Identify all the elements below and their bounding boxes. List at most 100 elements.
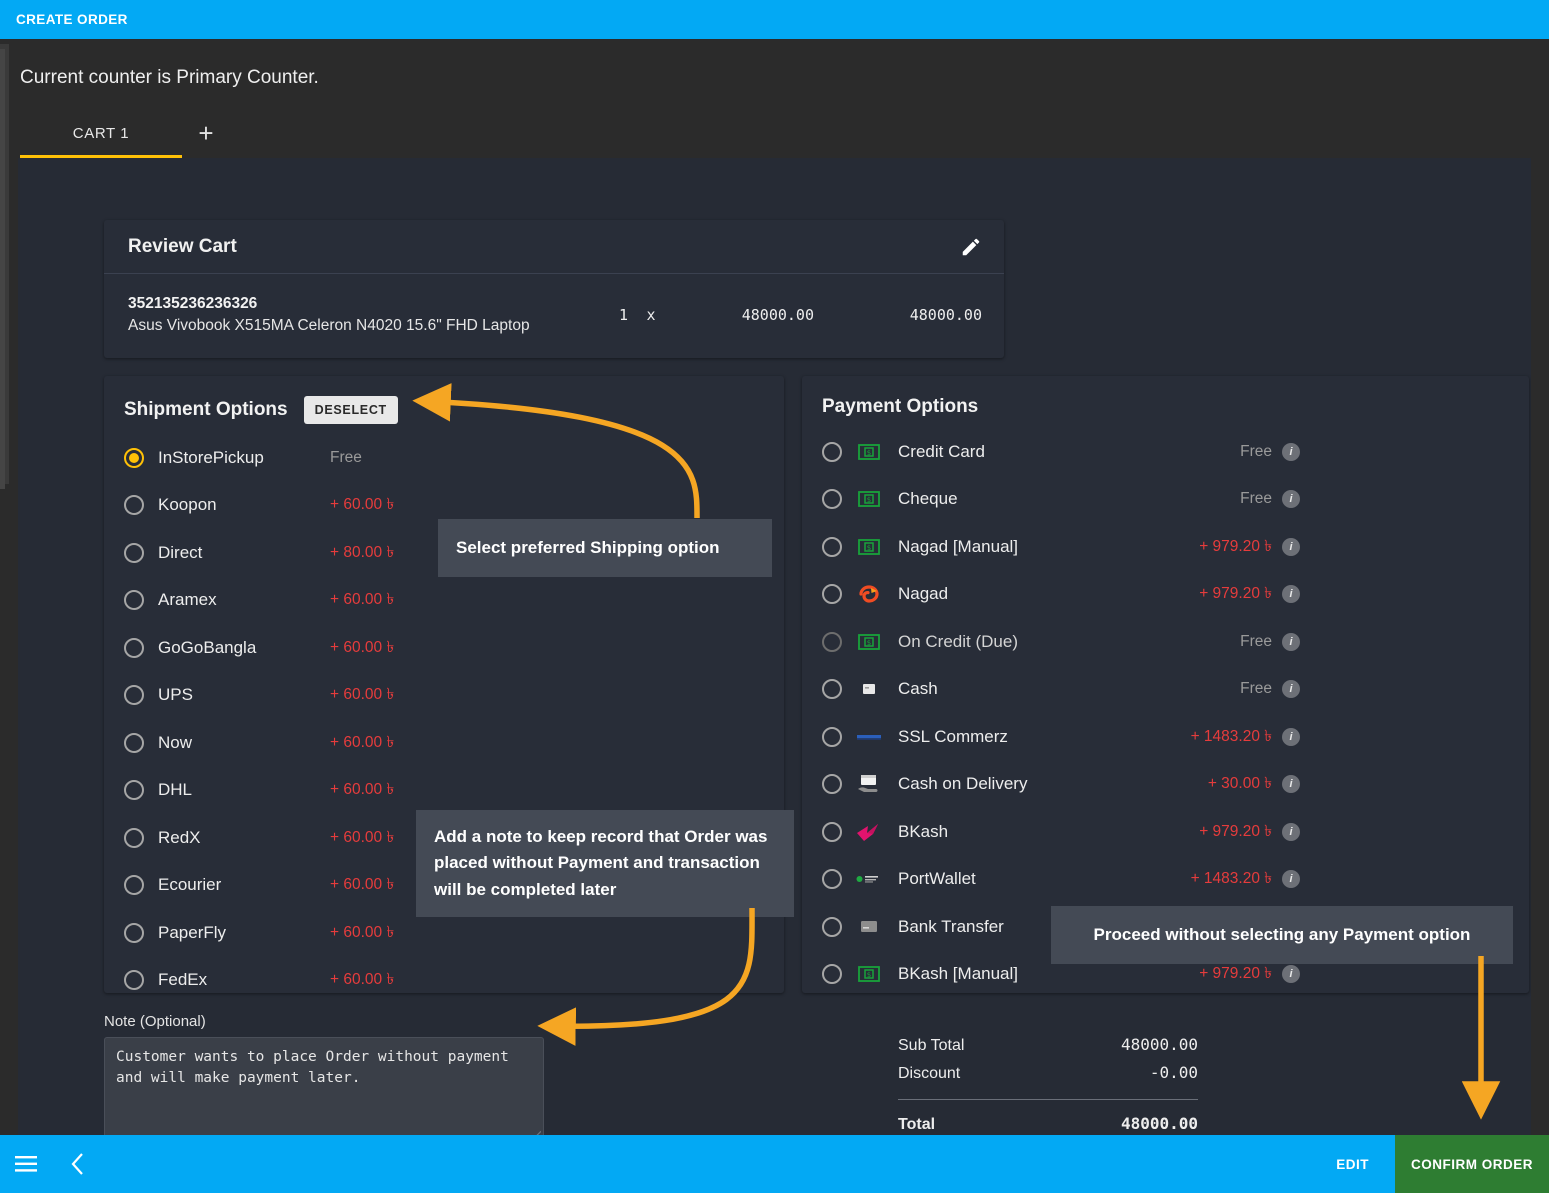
- payment-radio-5[interactable]: [822, 679, 842, 700]
- payment-option-on-credit-due-[interactable]: $ On Credit (Due) Free i: [802, 618, 1529, 666]
- total-row: Total 48000.00: [898, 1110, 1198, 1138]
- back-button[interactable]: [52, 1152, 104, 1176]
- shipment-radio-4[interactable]: [124, 637, 144, 658]
- shipment-option-price: + 80.00 ৳: [330, 543, 395, 561]
- shipment-radio-2[interactable]: [124, 542, 144, 563]
- payment-option-label: Credit Card: [898, 441, 985, 461]
- shipment-radio-11[interactable]: [124, 970, 144, 991]
- payment-option-bkash[interactable]: BKash + 979.20 ৳ i: [802, 808, 1529, 856]
- payment-option-price: Free: [1240, 442, 1272, 460]
- payment-radio-1[interactable]: [822, 489, 842, 510]
- shipment-radio-9[interactable]: [124, 875, 144, 896]
- info-icon[interactable]: i: [1282, 490, 1300, 509]
- payment-option-cash[interactable]: Cash Free i: [802, 666, 1529, 714]
- payment-option-cash-on-delivery[interactable]: Cash on Delivery + 30.00 ৳ i: [802, 761, 1529, 809]
- payment-radio-8[interactable]: [822, 821, 842, 842]
- shipment-option-aramex[interactable]: Aramex + 60.00 ৳: [104, 577, 784, 625]
- info-icon[interactable]: i: [1282, 632, 1300, 651]
- banknote-icon: $: [856, 632, 882, 652]
- app-root: CREATE ORDER Current counter is Primary …: [0, 0, 1549, 1193]
- order-content-panel: Review Cart 352135236236326 Asus Vivoboo…: [18, 158, 1531, 1152]
- info-icon[interactable]: i: [1282, 870, 1300, 889]
- tab-cart-1-label: CART 1: [72, 124, 130, 142]
- payment-option-label: BKash: [898, 821, 949, 841]
- info-icon[interactable]: i: [1282, 680, 1300, 699]
- info-icon[interactable]: i: [1282, 585, 1300, 604]
- shipment-option-label: UPS: [158, 685, 193, 705]
- payment-option-label: Cash on Delivery: [898, 774, 1028, 794]
- cart-item-unit-price: 48000.00: [741, 305, 814, 324]
- shipment-option-price: + 60.00 ৳: [330, 686, 395, 704]
- payment-radio-6[interactable]: [822, 726, 842, 747]
- info-icon[interactable]: i: [1282, 727, 1300, 746]
- payment-option-price: + 979.20 ৳: [1199, 822, 1272, 840]
- payment-radio-0[interactable]: [822, 441, 842, 462]
- tab-cart-1[interactable]: CART 1: [20, 111, 182, 158]
- payment-option-cheque[interactable]: $ Cheque Free i: [802, 476, 1529, 524]
- cart-item-text: 352135236236326 Asus Vivobook X515MA Cel…: [128, 292, 588, 338]
- info-icon[interactable]: i: [1282, 965, 1300, 984]
- payment-option-ssl-commerz[interactable]: SSL Commerz + 1483.20 ৳ i: [802, 713, 1529, 761]
- order-note-input[interactable]: [104, 1037, 544, 1142]
- shipment-radio-7[interactable]: [124, 780, 144, 801]
- page-scrollbar-thumb[interactable]: [0, 49, 5, 489]
- payment-radio-11[interactable]: [822, 964, 842, 985]
- shipment-option-dhl[interactable]: DHL + 60.00 ৳: [104, 767, 784, 815]
- bank-card-icon: [856, 917, 882, 937]
- info-icon[interactable]: i: [1282, 537, 1300, 556]
- shipment-option-fedex[interactable]: FedEx + 60.00 ৳: [104, 957, 784, 1005]
- shipment-radio-3[interactable]: [124, 590, 144, 611]
- payment-radio-3[interactable]: [822, 584, 842, 605]
- shipment-option-price: + 60.00 ৳: [330, 971, 395, 989]
- payment-radio-7[interactable]: [822, 774, 842, 795]
- shipment-radio-5[interactable]: [124, 685, 144, 706]
- add-cart-tab-button[interactable]: +: [182, 111, 230, 158]
- payment-option-nagad-manual-[interactable]: $ Nagad [Manual] + 979.20 ৳ i: [802, 523, 1529, 571]
- payment-option-label: Nagad [Manual]: [898, 536, 1019, 556]
- page-scrollbar-track[interactable]: [0, 44, 9, 489]
- shipment-radio-8[interactable]: [124, 827, 144, 848]
- shipment-radio-10[interactable]: [124, 922, 144, 943]
- edit-button[interactable]: EDIT: [1310, 1157, 1395, 1172]
- shipment-option-price: + 60.00 ৳: [330, 496, 395, 514]
- payment-option-credit-card[interactable]: $ Credit Card Free i: [802, 428, 1529, 476]
- cart-item-name: Asus Vivobook X515MA Celeron N4020 15.6"…: [128, 317, 530, 335]
- payment-radio-2[interactable]: [822, 536, 842, 557]
- counter-status-text: Current counter is Primary Counter.: [20, 67, 319, 88]
- shipment-option-gogobangla[interactable]: GoGoBangla + 60.00 ৳: [104, 624, 784, 672]
- order-note-section: Note (Optional): [104, 1013, 544, 1147]
- cart-item-multiply-sign: x: [646, 305, 656, 324]
- shipment-radio-1[interactable]: [124, 495, 144, 516]
- shipment-options-list: InStorePickup Free Koopon + 60.00 ৳ Direct + …: [104, 428, 784, 1004]
- shipment-option-price: + 60.00 ৳: [330, 781, 395, 799]
- payment-radio-4[interactable]: [822, 631, 842, 652]
- chevron-left-icon: [71, 1153, 83, 1175]
- payment-option-price: Free: [1240, 490, 1272, 508]
- payment-option-label: Cash: [898, 679, 938, 699]
- payment-radio-9[interactable]: [822, 869, 842, 890]
- shipment-option-now[interactable]: Now + 60.00 ৳: [104, 719, 784, 767]
- cash-small-icon: [856, 679, 882, 699]
- shipment-radio-6[interactable]: [124, 732, 144, 753]
- shipment-option-label: RedX: [158, 827, 201, 847]
- shipment-option-ups[interactable]: UPS + 60.00 ৳: [104, 672, 784, 720]
- menu-button[interactable]: [0, 1156, 52, 1172]
- total-value: 48000.00: [1120, 1114, 1198, 1133]
- payment-option-nagad[interactable]: Nagad + 979.20 ৳ i: [802, 571, 1529, 619]
- payment-radio-10[interactable]: [822, 916, 842, 937]
- pencil-icon[interactable]: [960, 236, 982, 258]
- info-icon[interactable]: i: [1282, 442, 1300, 461]
- shipment-option-instorepickup[interactable]: InStorePickup Free: [104, 434, 784, 482]
- cod-hand-icon: [856, 774, 882, 794]
- info-icon[interactable]: i: [1282, 822, 1300, 841]
- page-shell: Current counter is Primary Counter. CART…: [0, 39, 1549, 1152]
- shipment-radio-0[interactable]: [124, 447, 144, 468]
- deselect-shipment-button[interactable]: DESELECT: [303, 396, 398, 424]
- discount-label: Discount: [898, 1065, 961, 1082]
- confirm-order-button[interactable]: CONFIRM ORDER: [1395, 1135, 1549, 1193]
- shipment-option-label: GoGoBangla: [158, 637, 257, 657]
- info-icon[interactable]: i: [1282, 775, 1300, 794]
- plus-icon: +: [198, 117, 214, 148]
- banknote-icon: $: [856, 964, 882, 984]
- payment-option-portwallet[interactable]: PortWallet + 1483.20 ৳ i: [802, 856, 1529, 904]
